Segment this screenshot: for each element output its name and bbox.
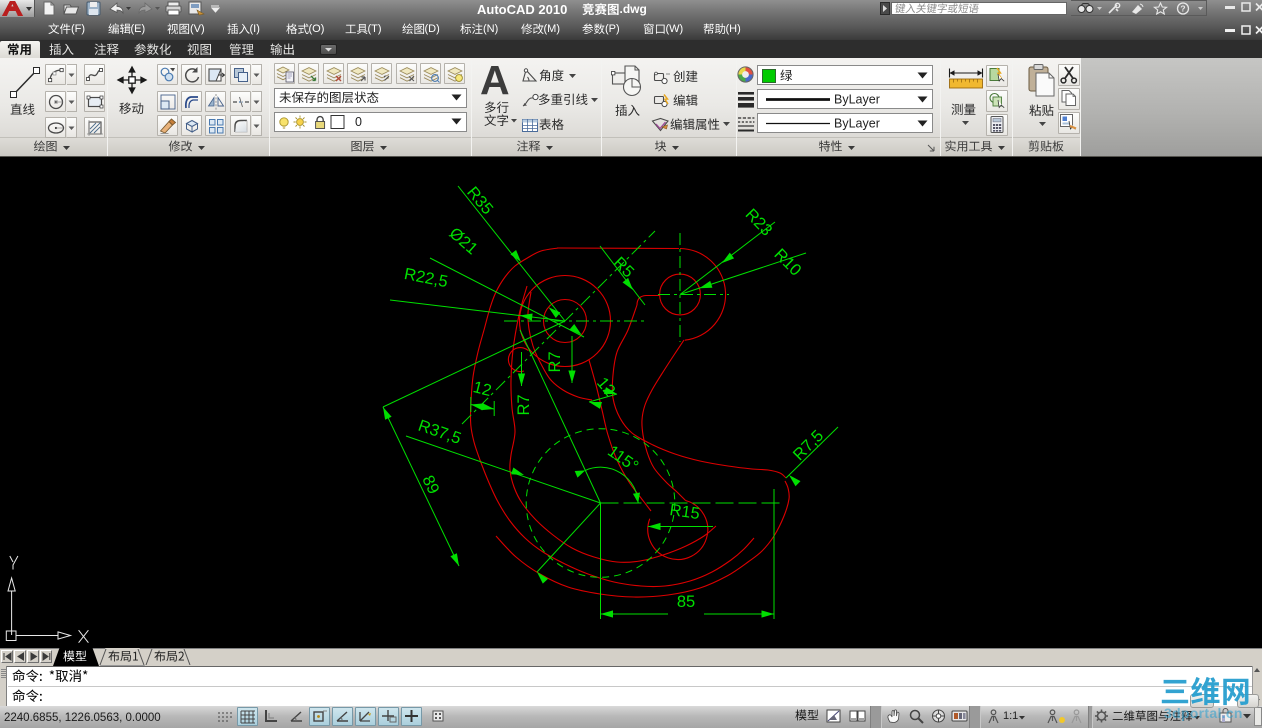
svg-text:R7: R7 xyxy=(546,351,564,372)
svg-text:?: ? xyxy=(1180,4,1185,14)
svg-text:ByLayer: ByLayer xyxy=(834,117,880,131)
svg-text:85: 85 xyxy=(677,593,695,611)
svg-text:ByLayer: ByLayer xyxy=(834,93,880,107)
svg-text:R7: R7 xyxy=(515,394,533,415)
